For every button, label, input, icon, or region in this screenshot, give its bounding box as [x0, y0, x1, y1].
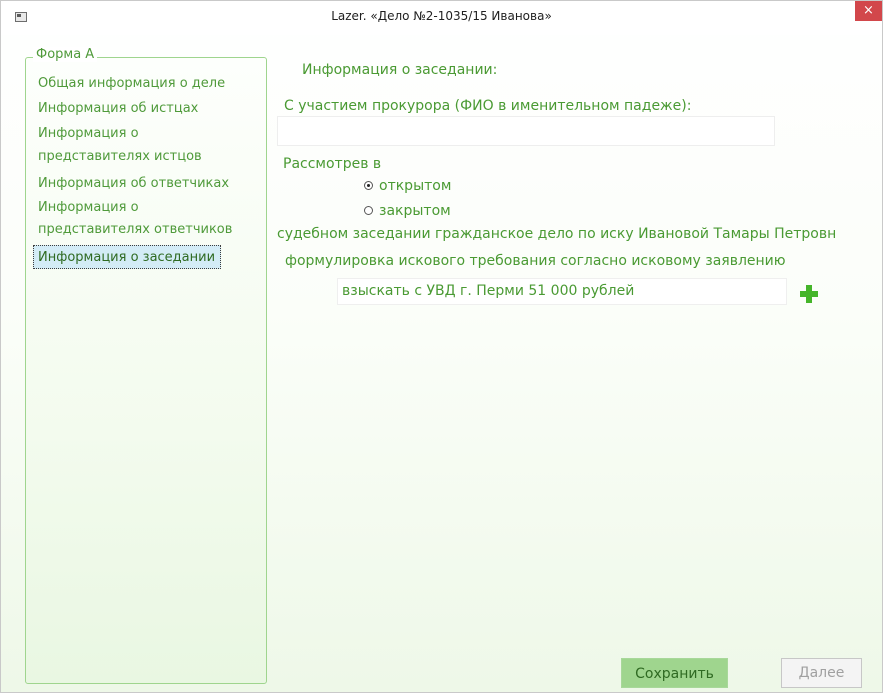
- next-button[interactable]: Далее: [781, 658, 862, 688]
- radio-closed-indicator[interactable]: [364, 206, 373, 215]
- sidebar-item-defendant-reps-line1[interactable]: Информация о: [38, 198, 139, 217]
- radio-closed[interactable]: закрытом: [364, 203, 451, 219]
- sidebar-item-defendant-reps-line2[interactable]: представителях ответчиков: [38, 220, 232, 239]
- considered-label: Рассмотрев в: [283, 156, 382, 172]
- sidebar-item-defendants[interactable]: Информация об ответчиках: [38, 174, 229, 193]
- sidebar-item-general-info[interactable]: Общая информация о деле: [38, 74, 225, 93]
- groupbox-legend: Форма А: [33, 47, 98, 62]
- radio-open-label: открытом: [379, 178, 452, 194]
- case-description: судебном заседании гражданское дело по и…: [277, 226, 837, 242]
- claim-label: формулировка искового требования согласн…: [285, 253, 786, 269]
- prosecutor-label: С участием прокурора (ФИО в именительном…: [284, 98, 692, 114]
- claim-input[interactable]: взыскать с УВД г. Перми 51 000 рублей: [337, 278, 787, 305]
- app-window: Lazer. «Дело №2-1035/15 Иванова» × Форма…: [0, 0, 883, 693]
- title-bar: Lazer. «Дело №2-1035/15 Иванова» ×: [1, 1, 882, 35]
- radio-open[interactable]: открытом: [364, 178, 451, 194]
- radio-open-indicator[interactable]: [364, 181, 373, 190]
- sidebar-item-plaintiff-reps-line2[interactable]: представителях истцов: [38, 147, 202, 166]
- sidebar-item-plaintiffs[interactable]: Информация об истцах: [38, 99, 198, 118]
- window-title: Lazer. «Дело №2-1035/15 Иванова»: [331, 9, 552, 23]
- close-icon[interactable]: ×: [855, 1, 882, 21]
- sidebar-item-hearing-info[interactable]: Информация о заседании: [33, 245, 222, 269]
- prosecutor-input[interactable]: [277, 116, 775, 146]
- plus-icon[interactable]: [797, 282, 821, 306]
- sidebar-item-plaintiff-reps-line1[interactable]: Информация о: [38, 124, 139, 143]
- section-title: Информация о заседании:: [302, 62, 498, 78]
- radio-closed-label: закрытом: [379, 203, 451, 219]
- save-button[interactable]: Сохранить: [621, 658, 728, 688]
